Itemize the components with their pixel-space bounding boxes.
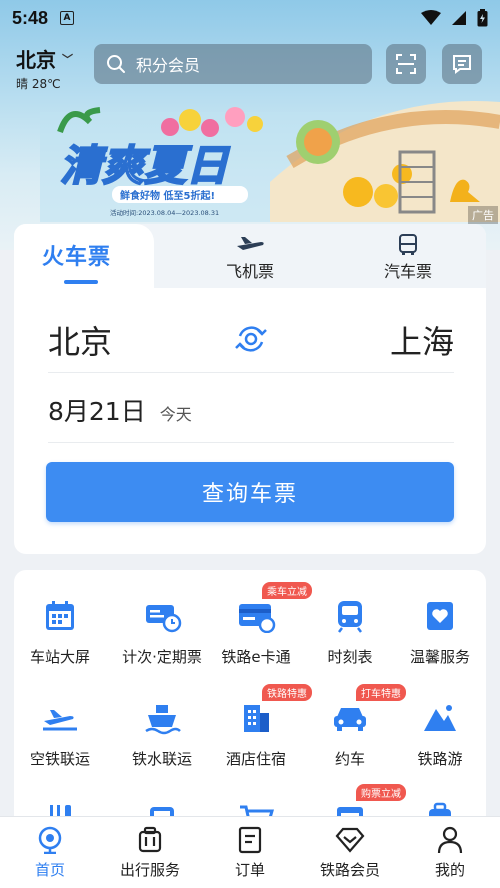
nav-orders[interactable]: 订单 bbox=[200, 817, 300, 888]
scan-icon bbox=[396, 54, 416, 74]
status-time: 5:48 bbox=[12, 7, 49, 28]
travel-weekday: 今天 bbox=[159, 405, 192, 424]
service-label: 酒店住宿 bbox=[225, 750, 286, 768]
message-button[interactable] bbox=[442, 44, 482, 84]
nav-travel-services[interactable]: 出行服务 bbox=[100, 817, 200, 888]
hotel-icon bbox=[244, 705, 269, 732]
service-station-screen[interactable]: 车站大屏 bbox=[14, 596, 110, 667]
service-label: 铁水联运 bbox=[131, 750, 192, 768]
banner-period: 活动时间:2023.08.04—2023.08.31 bbox=[110, 208, 219, 217]
route-row: 北京 上海 bbox=[48, 316, 454, 364]
plane-icon bbox=[237, 237, 264, 250]
bottom-navigation: 首页 出行服务 订单 铁路会员 我的 bbox=[0, 816, 500, 888]
hero-area: 5:48 A 北京 ﹀ 晴 28℃ 积分会员 清爽夏日 鲜食好物 低至5折起! … bbox=[0, 0, 500, 250]
service-ride-hailing[interactable]: 打车特惠 约车 bbox=[300, 684, 406, 769]
message-icon bbox=[453, 55, 471, 74]
travel-date: 8月21日 bbox=[48, 397, 146, 426]
service-label: 计次·定期票 bbox=[122, 648, 202, 666]
service-label: 温馨服务 bbox=[409, 648, 470, 666]
arrival-station[interactable]: 上海 bbox=[390, 317, 454, 363]
service-care[interactable]: 温馨服务 bbox=[390, 596, 486, 667]
service-hotel[interactable]: 铁路特惠 酒店住宿 bbox=[206, 684, 312, 769]
divider bbox=[48, 372, 454, 373]
search-placeholder: 积分会员 bbox=[136, 56, 201, 75]
city-name: 北京 bbox=[16, 48, 56, 72]
service-air-rail[interactable]: 空铁联运 bbox=[14, 698, 110, 769]
ticket-clock-icon bbox=[146, 605, 182, 633]
battery-icon bbox=[477, 9, 488, 27]
ad-label: 广告 bbox=[468, 206, 498, 224]
tab-plane[interactable]: 飞机票 bbox=[190, 234, 310, 282]
card-icon bbox=[239, 604, 276, 633]
promo-banner[interactable]: 清爽夏日 鲜食好物 低至5折起! 活动时间:2023.08.04—2023.08… bbox=[40, 92, 500, 222]
order-icon bbox=[238, 826, 262, 854]
wifi-icon bbox=[421, 10, 441, 25]
status-bar: 5:48 A bbox=[0, 0, 500, 36]
divider bbox=[48, 442, 454, 443]
services-grid: 车站大屏 计次·定期票 乘车立减 铁路e卡通 时刻表 温馨服务 空铁联运 铁水联… bbox=[14, 570, 486, 850]
nav-home[interactable]: 首页 bbox=[0, 817, 100, 888]
ticket-search-card: 火车票 飞机票 汽车票 北京 上海 8月21日 今天 查询车票 bbox=[14, 224, 486, 554]
service-rail-tour[interactable]: 铁路游 bbox=[390, 698, 486, 769]
train-front-icon bbox=[338, 601, 362, 633]
luggage-icon bbox=[138, 826, 162, 853]
ticket-tabs: 火车票 飞机票 汽车票 bbox=[14, 224, 486, 288]
chevron-down-icon: ﹀ bbox=[62, 52, 73, 66]
tab-plane-label: 飞机票 bbox=[225, 262, 274, 281]
swap-stations-button[interactable] bbox=[232, 320, 270, 362]
service-label: 铁路游 bbox=[417, 750, 463, 768]
search-input[interactable]: 积分会员 bbox=[94, 44, 372, 84]
departure-station[interactable]: 北京 bbox=[48, 317, 112, 363]
nav-label: 出行服务 bbox=[119, 861, 180, 879]
nav-label: 首页 bbox=[34, 861, 65, 879]
service-label: 空铁联运 bbox=[29, 750, 90, 768]
date-selector[interactable]: 8月21日 今天 bbox=[48, 392, 192, 428]
notification-icon: A bbox=[60, 11, 75, 25]
nav-label: 我的 bbox=[434, 861, 465, 879]
banner-subtitle: 鲜食好物 低至5折起! bbox=[120, 189, 215, 202]
tab-train[interactable]: 火车票 bbox=[14, 224, 154, 288]
tab-bus[interactable]: 汽车票 bbox=[348, 234, 468, 282]
car-icon bbox=[334, 708, 366, 731]
weather-text: 晴 28℃ bbox=[16, 77, 61, 91]
query-tickets-button[interactable]: 查询车票 bbox=[46, 462, 454, 522]
signal-icon bbox=[452, 11, 466, 25]
profile-icon bbox=[437, 826, 463, 854]
swap-icon bbox=[235, 326, 267, 352]
mountain-icon bbox=[424, 705, 456, 731]
nav-profile[interactable]: 我的 bbox=[400, 817, 500, 888]
service-label: 车站大屏 bbox=[29, 648, 90, 666]
home-icon bbox=[38, 826, 62, 854]
nav-rail-membership[interactable]: 铁路会员 bbox=[300, 817, 400, 888]
service-label: 铁路e卡通 bbox=[221, 648, 291, 666]
calendar-icon bbox=[46, 601, 74, 630]
banner-title: 清爽夏日 bbox=[60, 141, 230, 190]
tab-indicator bbox=[64, 280, 98, 284]
scan-button[interactable] bbox=[386, 44, 426, 84]
bus-icon bbox=[399, 234, 417, 255]
service-timetable[interactable]: 时刻表 bbox=[300, 596, 400, 667]
tab-train-label: 火车票 bbox=[42, 245, 112, 270]
diamond-icon bbox=[335, 827, 365, 853]
city-selector[interactable]: 北京 ﹀ 晴 28℃ bbox=[16, 44, 88, 92]
tab-bus-label: 汽车票 bbox=[383, 262, 432, 281]
heart-icon bbox=[427, 602, 453, 630]
nav-label: 订单 bbox=[234, 861, 265, 879]
service-rail-water[interactable]: 铁水联运 bbox=[112, 698, 212, 769]
ship-icon bbox=[145, 705, 181, 735]
plane-rail-icon bbox=[43, 710, 77, 731]
search-icon bbox=[107, 55, 125, 73]
service-label: 时刻表 bbox=[327, 648, 373, 666]
nav-label: 铁路会员 bbox=[319, 861, 380, 879]
service-periodic-ticket[interactable]: 计次·定期票 bbox=[112, 596, 212, 667]
service-ecard[interactable]: 乘车立减 铁路e卡通 bbox=[206, 582, 312, 667]
service-label: 约车 bbox=[334, 750, 365, 768]
